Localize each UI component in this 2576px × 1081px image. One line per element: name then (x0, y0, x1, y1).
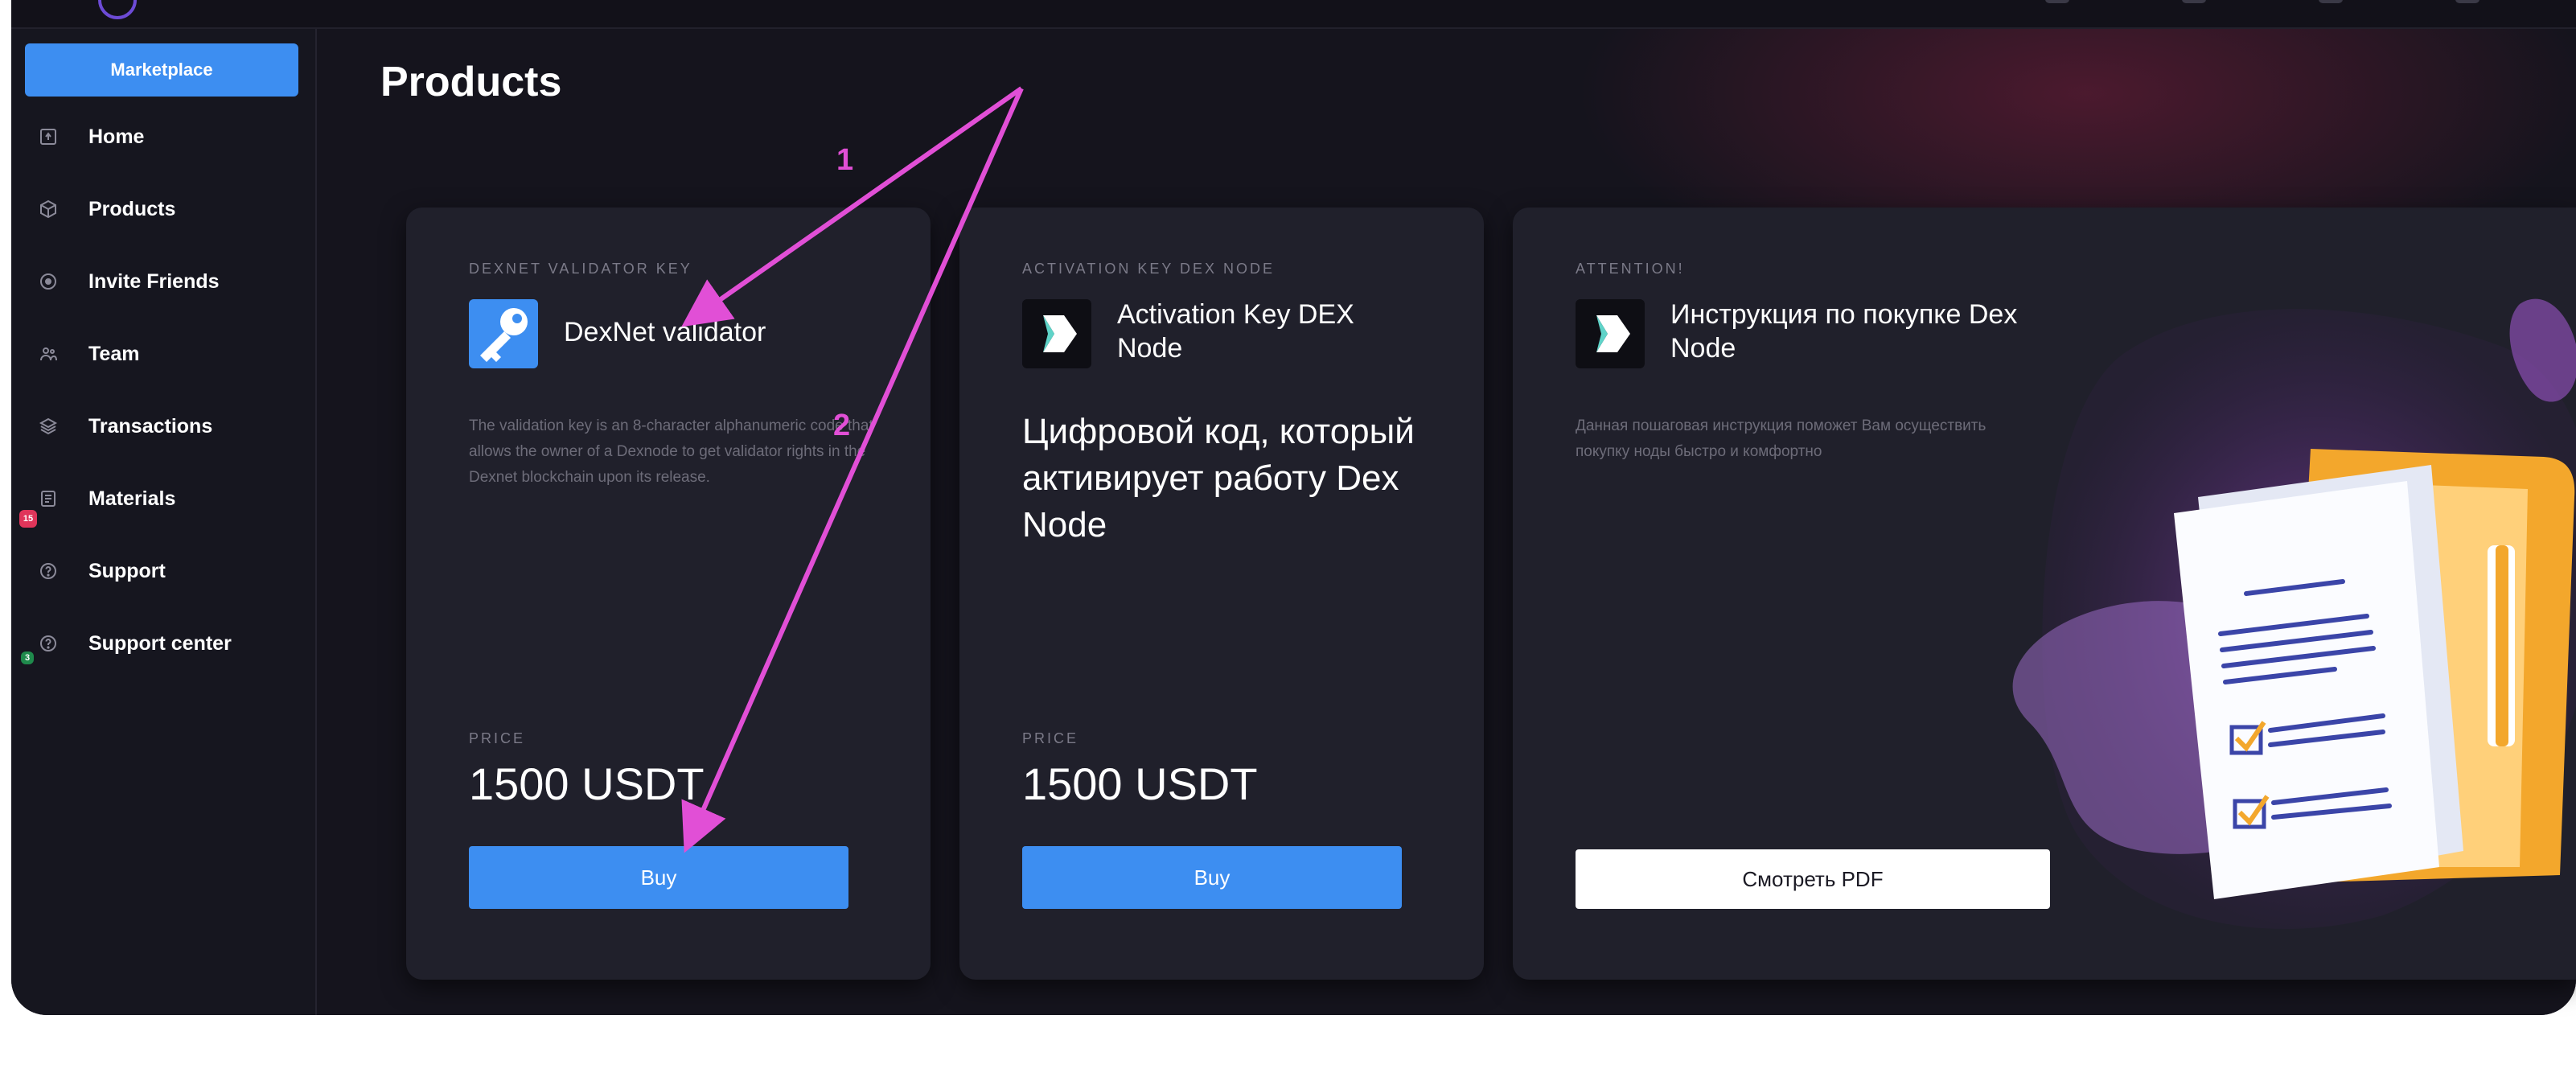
home-icon (39, 127, 58, 146)
sidebar-item-label: Invite Friends (88, 269, 220, 293)
card-description: Данная пошаговая инструкция поможет Вам … (1576, 417, 1986, 460)
dexnet-logo-icon (1576, 299, 1645, 368)
card-eyebrow: ACTIVATION KEY DEX NODE (1022, 261, 1276, 277)
card-title: Activation Key DEX Node (1117, 299, 1354, 364)
sidebar-item-support-center[interactable]: 3 Support center (11, 619, 317, 668)
top-bar-control[interactable] (2045, 0, 2069, 3)
price-value: 1500 USDT (469, 758, 705, 809)
view-pdf-button[interactable]: Смотреть PDF (1576, 849, 2050, 909)
help-icon (39, 561, 58, 581)
card-description: The validation key is an 8-character alp… (469, 417, 873, 486)
sidebar-item-label: Team (88, 342, 140, 365)
card-eyebrow: ATTENTION! (1576, 261, 1685, 277)
card-title: DexNet validator (564, 317, 766, 347)
team-icon (39, 344, 58, 364)
sidebar-item-materials[interactable]: 15 Materials (11, 475, 317, 528)
sidebar-item-transactions[interactable]: Transactions (11, 402, 317, 450)
notification-badge: 3 (21, 651, 34, 664)
annotation-label-2: 2 (833, 409, 851, 442)
top-bar (11, 0, 2576, 29)
card-description: Цифровой код, который активирует работу … (1022, 412, 1415, 545)
top-bar-control[interactable] (2319, 0, 2343, 3)
sidebar-item-label: Support center (88, 631, 232, 655)
page-title: Products (380, 59, 562, 105)
logo-icon[interactable] (98, 0, 137, 19)
sidebar-item-label: Home (88, 125, 145, 148)
help-icon (39, 634, 58, 653)
sidebar: Marketplace Home Products Invite Friends… (11, 29, 317, 1015)
price-value: 1500 USDT (1022, 758, 1258, 809)
sidebar-item-label: Products (88, 197, 176, 220)
product-card-validator: DEXNET VALIDATOR KEY DexNet validator Th… (406, 208, 931, 980)
top-bar-controls (2045, 0, 2479, 6)
marketplace-button[interactable]: Marketplace (25, 43, 298, 97)
product-card-activation-key: ACTIVATION KEY DEX NODE Activation Key D… (959, 208, 1484, 980)
sidebar-item-products[interactable]: Products (11, 185, 317, 233)
sidebar-item-team[interactable]: Team (11, 330, 317, 378)
sidebar-item-label: Transactions (88, 414, 213, 438)
document-icon (39, 489, 58, 508)
buy-button[interactable]: Buy (1022, 846, 1402, 909)
buy-button[interactable]: Buy (469, 846, 848, 909)
card-eyebrow: DEXNET VALIDATOR KEY (469, 261, 692, 277)
dexnet-logo-icon (1022, 299, 1091, 368)
notification-badge: 15 (19, 510, 37, 528)
price-label: PRICE (1022, 730, 1079, 746)
price-label: PRICE (469, 730, 526, 746)
top-bar-control[interactable] (2182, 0, 2206, 3)
sidebar-item-label: Support (88, 559, 166, 582)
sidebar-item-invite-friends[interactable]: Invite Friends (11, 257, 317, 306)
target-icon (39, 272, 58, 291)
sidebar-item-home[interactable]: Home (11, 113, 317, 161)
top-bar-control[interactable] (2455, 0, 2479, 3)
sidebar-item-label: Materials (88, 487, 176, 510)
annotation-label-1: 1 (836, 143, 854, 177)
key-icon (469, 299, 538, 368)
cube-icon (39, 199, 58, 219)
sidebar-item-support[interactable]: Support (11, 547, 317, 595)
card-title: Инструкция по покупке Dex Node (1670, 299, 2018, 364)
layers-icon (39, 417, 58, 436)
instruction-card: ATTENTION! Инструкция по покупке Dex Nod… (1513, 208, 2576, 980)
